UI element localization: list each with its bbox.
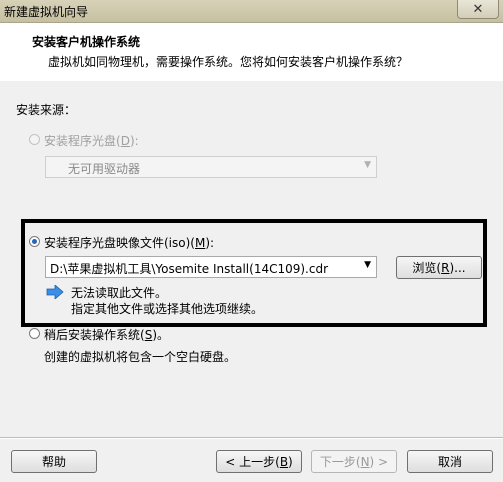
window-title: 新建虚拟机向导 [4,5,89,19]
install-later-description: 创建的虚拟机将包含一个空白硬盘。 [44,350,237,364]
next-button[interactable]: 下一步(N) > [311,450,397,473]
iso-option-label: 安装程序光盘映像文件(iso)(M): [44,236,215,250]
back-button[interactable]: < 上一步(B) [216,450,302,473]
chevron-down-icon: ▼ [364,260,371,270]
page-title: 安装客户机操作系统 [32,35,141,49]
page-subtitle: 虚拟机如同物理机，需要操作系统。您将如何安装客户机操作系统？ [48,55,409,69]
iso-path-combobox[interactable]: D:\苹果虚拟机工具\Yosemite Install(14C109).cdr … [45,256,377,278]
iso-path-value: D:\苹果虚拟机工具\Yosemite Install(14C109).cdr [50,262,329,276]
browse-button[interactable]: 浏览(R)... [396,256,482,279]
header-divider [0,80,503,81]
arrow-right-icon [46,285,64,299]
install-source-label: 安装来源： [16,103,77,117]
chevron-down-icon: ▼ [364,160,371,170]
wizard-header: 安装客户机操作系统 虚拟机如同物理机，需要操作系统。您将如何安装客户机操作系统？ [0,23,503,81]
disc-option-label: 安装程序光盘(D): [44,134,139,148]
close-icon: ✕ [472,1,484,17]
disc-radio[interactable] [29,134,40,145]
cancel-button[interactable]: 取消 [407,450,493,473]
iso-error-hint: 指定其他文件或选择其他选项继续。 [71,302,264,316]
install-later-label: 稍后安装操作系统(S)。 [44,328,169,342]
install-later-radio[interactable] [29,328,40,339]
close-button[interactable]: ✕ [457,0,499,19]
disc-drive-value: 无可用驱动器 [68,162,141,176]
help-button[interactable]: 帮助 [11,450,97,473]
disc-drive-dropdown[interactable]: 无可用驱动器 ▼ [45,156,377,178]
iso-error-message: 无法读取此文件。 [71,286,168,300]
title-bar: 新建虚拟机向导 ✕ [0,0,503,23]
iso-radio[interactable] [29,236,40,247]
